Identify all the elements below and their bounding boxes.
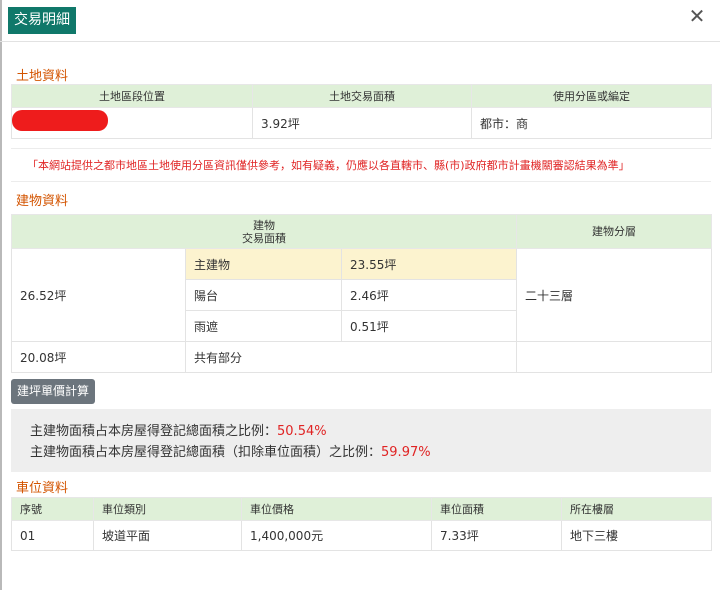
floor-cell: 二十三層 <box>516 248 712 342</box>
parking-table: 序號 車位類別 車位價格 車位面積 所在樓層 01 坡道平面 1,400,000… <box>11 497 712 551</box>
canopy-label: 雨遮 <box>185 310 342 342</box>
building-table: 建物 交易面積 建物分層 26.52坪 主建物 23.55坪 二十三層 陽台 2… <box>11 214 712 373</box>
parking-no-cell: 01 <box>11 520 94 551</box>
area-ratio-box: 主建物面積占本房屋得登記總面積之比例：50.54% 主建物面積占本房屋得登記總面… <box>11 409 711 472</box>
modal-header: 交易明細 ✕ <box>0 0 720 42</box>
land-area-cell: 3.92坪 <box>252 107 472 139</box>
column-header: 土地交易面積 <box>252 84 472 108</box>
table-row: 26.52坪 主建物 23.55坪 二十三層 <box>11 248 712 342</box>
parking-table-header: 序號 車位類別 車位價格 車位面積 所在樓層 <box>11 497 712 521</box>
column-header: 使用分區或編定 <box>471 84 712 108</box>
empty-cell <box>516 341 712 373</box>
ratio-label: 主建物面積占本房屋得登記總面積之比例： <box>30 424 278 439</box>
column-header-area: 建物 交易面積 <box>11 214 517 249</box>
column-header: 土地區段位置 <box>11 84 253 108</box>
column-header: 序號 <box>11 497 94 521</box>
modal-title: 交易明細 <box>8 7 76 34</box>
table-row: 3.92坪 都市：商 <box>11 107 712 139</box>
land-section-title: 土地資料 <box>16 69 69 84</box>
ratio-value: 59.97% <box>381 445 431 460</box>
ratio-line: 主建物面積占本房屋得登記總面積之比例：50.54% <box>30 421 711 442</box>
land-table: 土地區段位置 土地交易面積 使用分區或編定 3.92坪 都市：商 <box>11 84 712 139</box>
main-building-value: 23.55坪 <box>341 248 517 280</box>
shared-area-cell: 20.08坪 <box>11 341 186 373</box>
land-table-header: 土地區段位置 土地交易面積 使用分區或編定 <box>11 84 712 108</box>
column-header: 車位面積 <box>431 497 562 521</box>
building-section-title: 建物資料 <box>16 194 69 209</box>
column-header: 車位價格 <box>241 497 432 521</box>
building-table-header: 建物 交易面積 建物分層 <box>11 214 712 249</box>
ratio-value: 50.54% <box>277 424 327 439</box>
unit-price-calc-button[interactable]: 建坪單價計算 <box>11 379 96 404</box>
column-header: 所在樓層 <box>561 497 712 521</box>
parking-area-cell: 7.33坪 <box>431 520 562 551</box>
table-row: 01 坡道平面 1,400,000元 7.33坪 地下三樓 <box>11 520 712 551</box>
parking-price-cell: 1,400,000元 <box>241 520 432 551</box>
canopy-value: 0.51坪 <box>341 310 517 342</box>
ratio-line: 主建物面積占本房屋得登記總面積（扣除車位面積）之比例：59.97% <box>30 442 711 463</box>
land-zoning-cell: 都市：商 <box>471 107 712 139</box>
total-area-cell: 26.52坪 <box>11 248 186 342</box>
header-line: 建物 <box>253 218 275 232</box>
shared-label: 共有部分 <box>185 341 517 373</box>
header-line: 交易面積 <box>242 231 286 245</box>
column-header-floor: 建物分層 <box>516 214 712 249</box>
balcony-value: 2.46坪 <box>341 279 517 311</box>
window-left-edge <box>0 0 2 590</box>
parking-section-title: 車位資料 <box>16 481 69 496</box>
ratio-label: 主建物面積占本房屋得登記總面積（扣除車位面積）之比例： <box>30 445 382 460</box>
parking-type-cell: 坡道平面 <box>93 520 242 551</box>
balcony-label: 陽台 <box>185 279 342 311</box>
redaction-mark <box>12 110 108 131</box>
close-icon[interactable]: ✕ <box>688 6 706 26</box>
parking-floor-cell: 地下三樓 <box>561 520 712 551</box>
main-building-label: 主建物 <box>185 248 342 280</box>
zoning-notice: 「本網站提供之都市地區土地使用分區資訊僅供參考，如有疑義，仍應以各直轄市、縣(市… <box>11 148 711 182</box>
table-row: 20.08坪 共有部分 <box>11 341 712 373</box>
column-header: 車位類別 <box>93 497 242 521</box>
